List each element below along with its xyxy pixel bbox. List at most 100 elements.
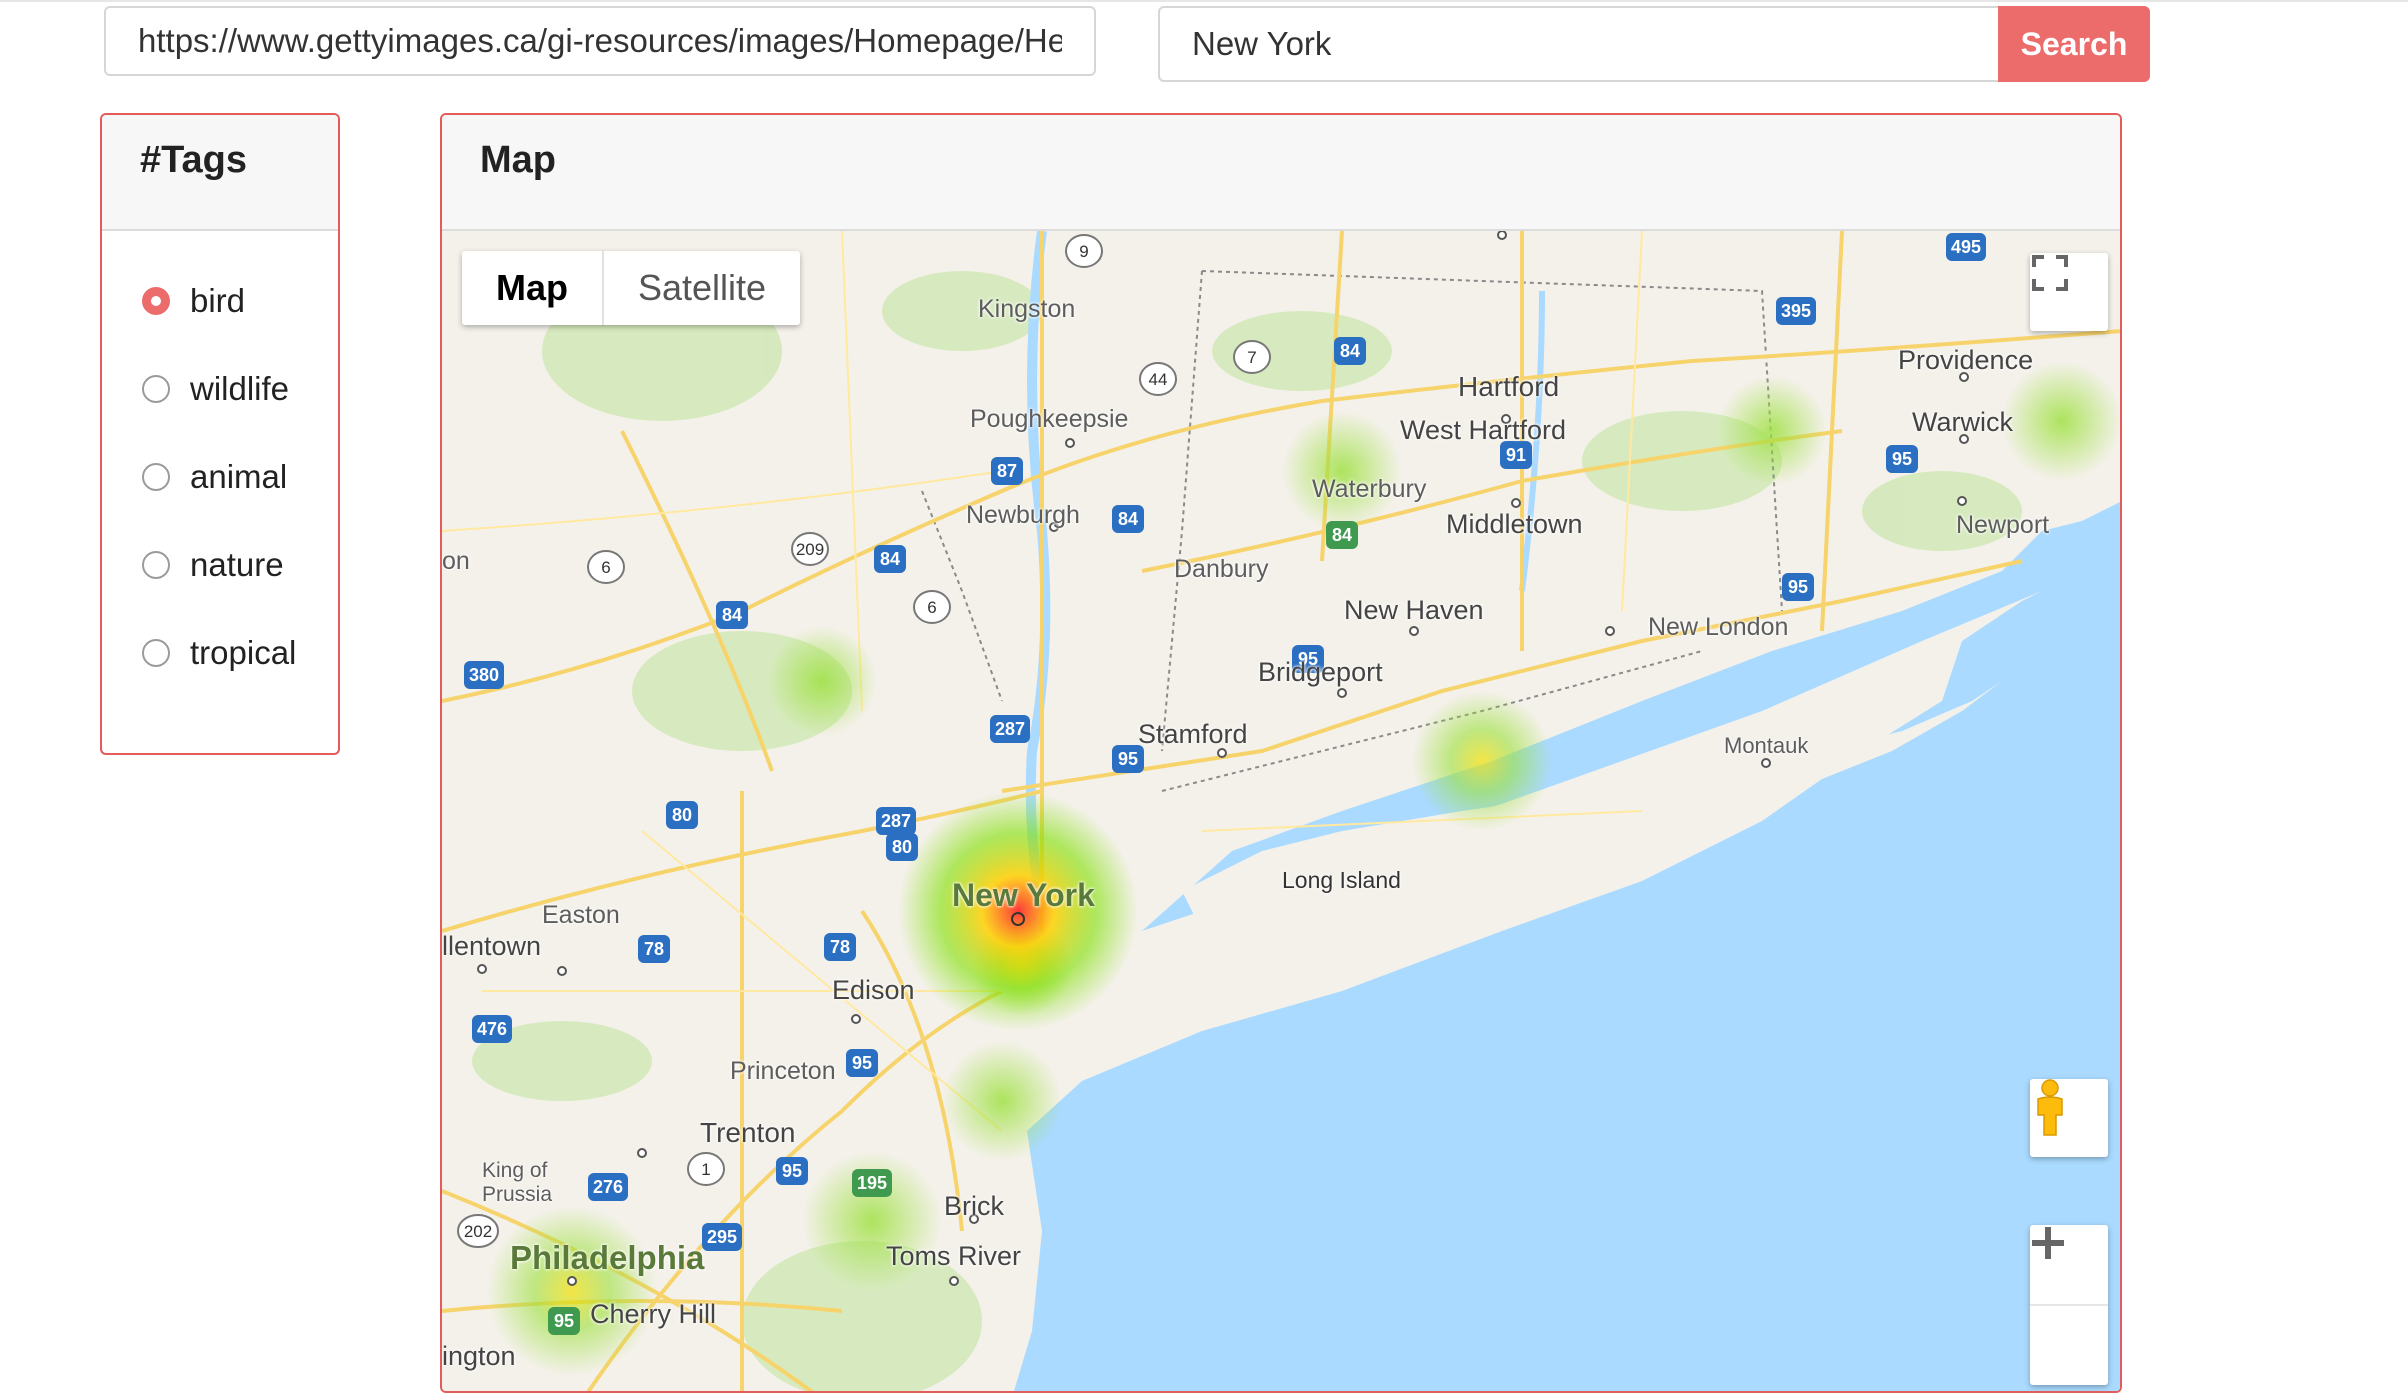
svg-text:276: 276 [593,1177,623,1197]
svg-text:78: 78 [830,937,850,957]
svg-text:78: 78 [644,939,664,959]
map-label-cherry-hill: Cherry Hill [590,1299,717,1329]
map-label-west-hartford: West Hartford [1400,415,1567,445]
fullscreen-button[interactable] [2030,253,2108,331]
tag-list: bird wildlife animal nature tropical [102,231,338,697]
svg-text:95: 95 [1788,577,1808,597]
map-type-map-button[interactable]: Map [462,251,604,325]
svg-text:91: 91 [1506,445,1526,465]
map-label-prussia: Prussia [482,1183,553,1206]
radio-selected-icon[interactable] [142,287,170,315]
image-url-input[interactable] [104,6,1096,76]
tag-label: tropical [190,634,297,671]
tag-label: nature [190,546,284,583]
svg-text:95: 95 [1892,449,1912,469]
map-label-easton: Easton [542,901,620,929]
map-label-new-york: New York [952,877,1095,913]
map-label-poughkeepsie: Poughkeepsie [970,405,1129,433]
svg-text:295: 295 [707,1227,737,1247]
svg-text:84: 84 [1332,525,1352,545]
top-divider [0,0,2408,2]
svg-text:44: 44 [1149,370,1168,389]
svg-text:7: 7 [1247,348,1256,367]
map-label-brick: Brick [944,1191,1004,1221]
tags-panel-title: #Tags [102,115,338,231]
map-label-middletown: Middletown [1446,509,1583,539]
tag-option-tropical[interactable]: tropical [142,609,338,697]
map-label-king-of: King of [482,1159,548,1182]
tags-panel: #Tags bird wildlife animal nature tropic… [100,113,340,755]
map-label-waterbury: Waterbury [1312,475,1427,503]
map-label-hartford: Hartford [1458,371,1560,402]
svg-text:6: 6 [601,558,610,577]
svg-text:287: 287 [881,811,911,831]
map-label-wilmington: ington [442,1341,516,1371]
map-label-trenton: Trenton [700,1117,796,1148]
fullscreen-icon [2032,255,2068,291]
map-label-toms-river: Toms River [886,1241,1022,1271]
radio-icon[interactable] [142,463,170,491]
map-label-warwick: Warwick [1912,407,2013,437]
zoom-control [2030,1225,2108,1385]
map-label-on: on [442,547,470,575]
map-type-control: Map Satellite [462,251,801,325]
zoom-out-icon [2032,1240,2064,1246]
map-label-montauk: Montauk [1724,733,1809,758]
tag-option-nature[interactable]: nature [142,521,338,609]
svg-text:209: 209 [796,540,824,559]
zoom-out-button[interactable] [2030,1240,2108,1384]
radio-icon[interactable] [142,639,170,667]
map-label-new-haven: New Haven [1344,595,1484,625]
svg-text:95: 95 [852,1053,872,1073]
map-label-allentown: llentown [442,931,542,961]
tag-label: wildlife [190,370,290,407]
map-background: 87 95 95 91 395 495 84 95 95 84 84 84 38… [442,231,2120,1391]
search-button[interactable]: Search [1998,6,2150,82]
svg-text:395: 395 [1781,301,1811,321]
svg-text:380: 380 [469,665,499,685]
map-label-philadelphia: Philadelphia [510,1239,705,1276]
svg-text:9: 9 [1079,242,1088,261]
tag-option-wildlife[interactable]: wildlife [142,345,338,433]
map-label-kingston: Kingston [978,295,1076,323]
map-label-new-london: New London [1648,613,1789,641]
svg-text:495: 495 [1951,237,1981,257]
svg-text:202: 202 [464,1222,492,1241]
tag-label: animal [190,458,288,495]
map-label-edison: Edison [832,975,915,1005]
svg-text:476: 476 [477,1019,507,1039]
svg-text:195: 195 [857,1173,887,1193]
svg-text:287: 287 [995,719,1025,739]
svg-text:95: 95 [782,1161,802,1181]
map-panel: Map 87 95 95 91 395 495 84 95 95 84 84 8… [440,113,2122,1393]
tag-option-bird[interactable]: bird [142,257,338,345]
svg-text:84: 84 [880,549,900,569]
map-label-bridgeport: Bridgeport [1258,657,1383,687]
map-label-princeton: Princeton [730,1057,836,1085]
svg-text:80: 80 [672,805,692,825]
svg-text:87: 87 [997,461,1017,481]
map-label-newport: Newport [1956,511,2050,539]
svg-text:95: 95 [554,1311,574,1331]
heatmap-map[interactable]: 87 95 95 91 395 495 84 95 95 84 84 84 38… [442,231,2120,1391]
tag-label: bird [190,282,246,319]
svg-text:84: 84 [722,605,742,625]
street-view-button[interactable] [2030,1079,2108,1157]
location-input[interactable] [1158,6,2000,82]
svg-text:80: 80 [892,837,912,857]
radio-icon[interactable] [142,375,170,403]
pegman-icon [2037,1079,2063,1136]
svg-text:95: 95 [1118,749,1138,769]
radio-icon[interactable] [142,551,170,579]
svg-text:6: 6 [927,598,936,617]
map-panel-title: Map [442,115,2120,231]
map-type-satellite-button[interactable]: Satellite [604,251,800,325]
svg-text:84: 84 [1340,341,1360,361]
svg-text:84: 84 [1118,509,1138,529]
map-label-newburgh: Newburgh [966,501,1080,529]
svg-text:1: 1 [701,1160,710,1179]
map-label-long-island: Long Island [1282,867,1401,893]
map-label-providence: Providence [1898,345,2034,375]
tag-option-animal[interactable]: animal [142,433,338,521]
map-label-danbury: Danbury [1174,555,1269,583]
